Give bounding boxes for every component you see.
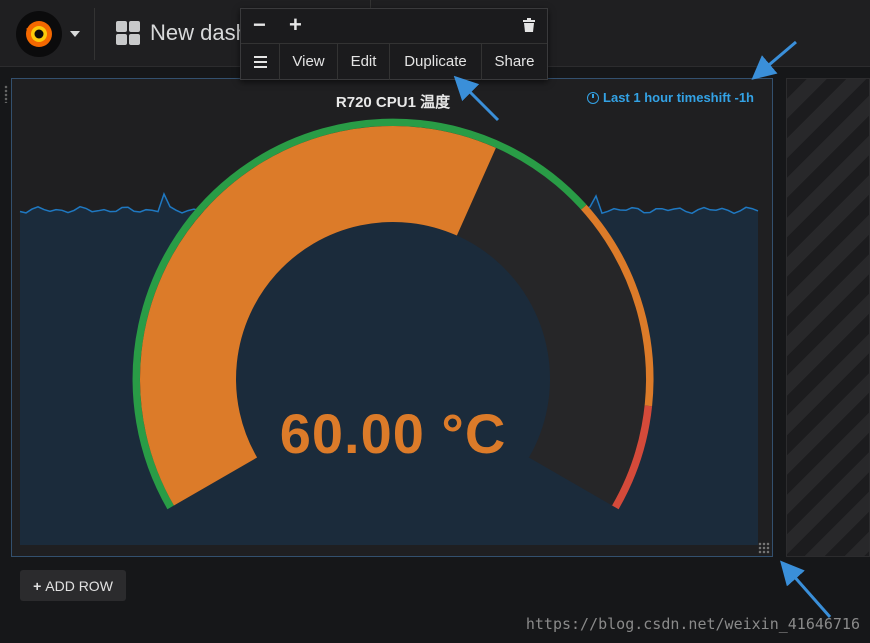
arrow-annotation-resize [780,560,832,618]
gauge-panel[interactable]: R720 CPU1 温度 Last 1 hour timeshift -1h 6… [4,78,773,557]
plus-icon: + [33,577,42,594]
timeshift-info: Last 1 hour timeshift -1h [587,90,754,105]
chevron-down-icon [70,31,80,37]
dashboard-grid-icon [116,21,140,45]
view-menu-item[interactable]: View [280,44,338,80]
clock-icon [587,91,600,104]
timeshift-text: Last 1 hour timeshift -1h [603,90,754,105]
panel-menu-actions: View Edit Duplicate Share [241,43,547,80]
adjacent-panel-placeholder [786,78,870,557]
dashboard-title[interactable]: New dashboard [116,20,240,46]
edit-menu-item[interactable]: Edit [338,44,390,80]
gauge-chart [19,118,759,545]
resize-handle-icon[interactable] [758,542,770,554]
share-menu-item[interactable]: Share [482,44,547,80]
increase-width-button[interactable]: + [289,14,302,36]
gauge-value-text: 60.00 °C [279,402,507,465]
decrease-width-button[interactable]: − [253,14,266,36]
dashboard-title-text: New dashboard [150,20,240,45]
watermark-text: https://blog.csdn.net/weixin_41646716 [525,615,860,633]
grafana-menu-button[interactable] [8,8,95,60]
panel-menu-top-row: − + [241,9,547,43]
add-row-button[interactable]: + ADD ROW [20,570,126,601]
duplicate-menu-item[interactable]: Duplicate [390,44,482,80]
drag-handle-icon[interactable] [4,85,8,103]
grafana-logo-icon [16,11,62,57]
panel-menu: − + View Edit Duplicate Share [240,8,548,80]
add-row-label: ADD ROW [45,577,113,594]
hamburger-menu-icon[interactable] [241,44,280,80]
trash-icon[interactable] [523,18,535,32]
